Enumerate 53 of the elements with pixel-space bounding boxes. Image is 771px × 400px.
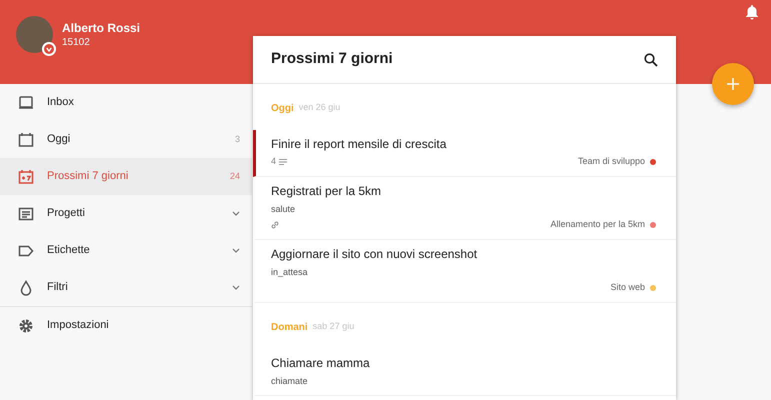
item-label: Etichette xyxy=(47,243,91,258)
settings-icon xyxy=(18,318,34,334)
project-name: Team di sviluppo xyxy=(578,155,645,168)
bell-icon[interactable] xyxy=(745,4,759,20)
task-title: Chiamare mamma xyxy=(271,355,371,372)
item-label: Prossimi 7 giorni xyxy=(47,169,130,184)
drop-icon xyxy=(18,280,34,296)
task-title: Finire il report mensile di crescita xyxy=(271,136,448,153)
sidebar-item[interactable]: Impostazioni xyxy=(0,307,252,344)
task-row[interactable]: Registrati per la 5km salute Allenamento per la 5km xyxy=(253,177,676,240)
item-label: Oggi xyxy=(47,132,72,148)
task-label: in_attesa xyxy=(271,266,309,279)
task-title: Aggiornare il sito con nuovi screenshot xyxy=(271,246,478,263)
chevron-icon[interactable] xyxy=(232,210,240,216)
sidebar-item[interactable]: Inbox xyxy=(0,84,252,121)
sidebar-item[interactable]: Filtri xyxy=(0,269,252,306)
item-label: Inbox xyxy=(47,95,75,110)
calendar-icon xyxy=(18,132,34,148)
user-name: Alberto Rossi xyxy=(62,20,140,36)
add-button[interactable] xyxy=(712,63,754,105)
calendar-icon xyxy=(18,168,34,184)
task-title: Registrati per la 5km xyxy=(271,183,382,200)
section-date: ven 26 giu xyxy=(298,101,340,114)
karma-count: 15102 xyxy=(62,36,91,50)
task-label: salute xyxy=(271,203,296,216)
item-count: 3 xyxy=(234,132,240,146)
chevron-icon[interactable] xyxy=(232,284,240,290)
comment-icon xyxy=(279,159,288,165)
badge-icon xyxy=(42,42,56,56)
item-label: Filtri xyxy=(47,280,69,296)
search-icon[interactable] xyxy=(644,52,658,66)
plus-icon xyxy=(727,78,739,90)
task-row[interactable]: Finire il report mensile di crescita 4 Team di sviluppo xyxy=(253,130,676,177)
item-label: Progetti xyxy=(47,206,86,222)
task-row[interactable]: Aggiornare il sito con nuovi screenshot in_attesa Sito web xyxy=(253,240,676,303)
list-icon xyxy=(18,206,34,222)
task-row[interactable]: Chiamare mamma chiamate xyxy=(253,349,676,396)
sidebar-item[interactable]: Etichette xyxy=(0,232,252,269)
section-date: sab 27 giu xyxy=(312,320,354,334)
sidebar-item[interactable]: Oggi 3 xyxy=(0,121,252,158)
task-label: chiamate xyxy=(271,375,309,388)
item-count: 24 xyxy=(230,170,240,183)
avatar[interactable] xyxy=(16,16,53,53)
project-name: Allenamento per la 5km xyxy=(550,218,645,232)
section-day: Domani xyxy=(271,320,308,334)
project-name: Sito web xyxy=(610,281,645,294)
section-day: Oggi xyxy=(271,100,294,116)
comment-count: 4 xyxy=(271,155,276,168)
chevron-icon[interactable] xyxy=(232,248,240,254)
panel-title: Prossimi 7 giorni xyxy=(271,49,393,70)
inbox-icon xyxy=(18,94,34,110)
item-label: Impostazioni xyxy=(47,318,110,334)
sidebar-item[interactable]: Progetti xyxy=(0,195,252,232)
